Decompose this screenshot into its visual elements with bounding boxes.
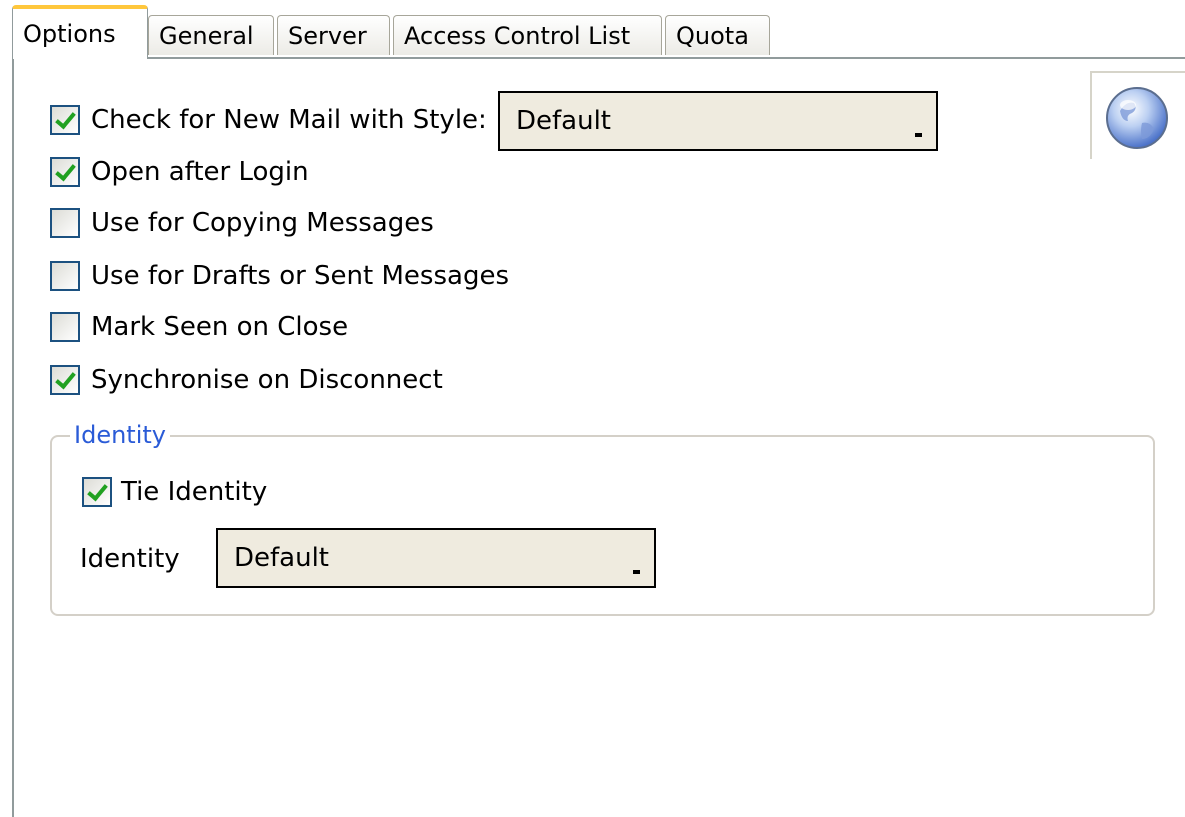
tie-identity-label: Tie Identity xyxy=(121,477,268,507)
identity-groupbox xyxy=(50,435,1155,616)
use-for-copying-checkbox[interactable]: Use for Copying Messages xyxy=(50,204,434,242)
mail-style-select-value: Default xyxy=(516,106,611,136)
use-for-copying-box[interactable] xyxy=(50,208,80,238)
use-for-drafts-label: Use for Drafts or Sent Messages xyxy=(91,261,509,291)
tab-quota-label: Quota xyxy=(676,22,749,50)
identity-select[interactable]: Default xyxy=(216,528,656,588)
tab-options[interactable]: Options xyxy=(12,5,148,59)
tab-access-control-list-label: Access Control List xyxy=(404,22,631,50)
tab-general-label: General xyxy=(159,22,254,50)
globe-icon-frame xyxy=(1090,71,1185,159)
identity-select-value: Default xyxy=(234,543,329,573)
tab-server-label: Server xyxy=(288,22,367,50)
tab-options-label: Options xyxy=(23,20,116,48)
check-new-mail-label: Check for New Mail with Style: xyxy=(91,105,487,135)
open-after-login-box[interactable] xyxy=(50,157,80,187)
check-new-mail-checkbox[interactable]: Check for New Mail with Style: xyxy=(50,101,487,139)
use-for-drafts-box[interactable] xyxy=(50,261,80,291)
mark-seen-label: Mark Seen on Close xyxy=(91,312,349,342)
chevron-down-icon xyxy=(915,133,922,137)
identity-group-legend: Identity xyxy=(70,418,170,452)
synchronise-box[interactable] xyxy=(50,365,80,395)
mark-seen-box[interactable] xyxy=(50,312,80,342)
tie-identity-checkbox[interactable]: Tie Identity xyxy=(82,473,267,511)
use-for-drafts-checkbox[interactable]: Use for Drafts or Sent Messages xyxy=(50,257,509,295)
open-after-login-checkbox[interactable]: Open after Login xyxy=(50,153,309,191)
chevron-down-icon xyxy=(633,570,640,574)
tab-quota[interactable]: Quota xyxy=(665,15,770,55)
tab-access-control-list[interactable]: Access Control List xyxy=(393,15,662,55)
synchronise-checkbox[interactable]: Synchronise on Disconnect xyxy=(50,361,443,399)
check-new-mail-box[interactable] xyxy=(50,105,80,135)
tie-identity-box[interactable] xyxy=(82,477,112,507)
tab-server[interactable]: Server xyxy=(277,15,390,55)
use-for-copying-label: Use for Copying Messages xyxy=(91,208,434,238)
identity-label: Identity xyxy=(80,544,180,574)
globe-icon xyxy=(1106,87,1168,149)
mark-seen-checkbox[interactable]: Mark Seen on Close xyxy=(50,308,348,346)
open-after-login-label: Open after Login xyxy=(91,157,309,187)
synchronise-label: Synchronise on Disconnect xyxy=(91,365,443,395)
tab-general[interactable]: General xyxy=(148,15,274,55)
mail-style-select[interactable]: Default xyxy=(498,91,938,151)
